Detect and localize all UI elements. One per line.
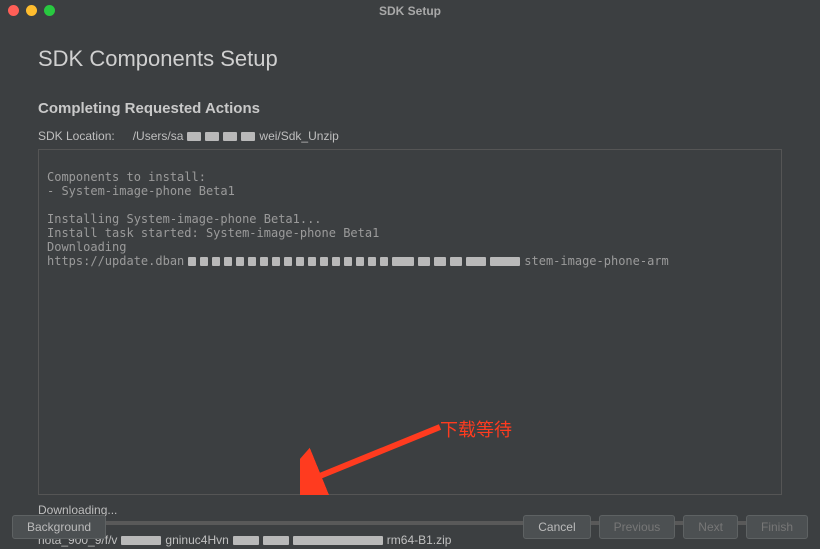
redaction bbox=[434, 257, 446, 266]
page-subtitle: Completing Requested Actions bbox=[38, 100, 782, 117]
download-url-line: https://update.dban stem-image-phone-arm bbox=[47, 254, 773, 268]
redaction bbox=[224, 257, 232, 266]
redaction bbox=[450, 257, 462, 266]
install-log-console: Components to install: - System-image-ph… bbox=[38, 149, 782, 495]
redaction bbox=[272, 257, 280, 266]
redaction bbox=[356, 257, 364, 266]
background-button[interactable]: Background bbox=[12, 515, 106, 539]
cancel-button[interactable]: Cancel bbox=[523, 515, 590, 539]
dialog-footer: Background Cancel Previous Next Finish bbox=[0, 515, 820, 539]
redaction bbox=[344, 257, 352, 266]
page-title: SDK Components Setup bbox=[38, 46, 782, 72]
window-title: SDK Setup bbox=[0, 4, 820, 18]
redaction bbox=[418, 257, 430, 266]
redaction bbox=[187, 132, 201, 141]
sdk-location-label: SDK Location: bbox=[38, 129, 115, 143]
redaction bbox=[200, 257, 208, 266]
redaction bbox=[236, 257, 244, 266]
redaction bbox=[332, 257, 340, 266]
window-titlebar: SDK Setup bbox=[0, 0, 820, 22]
minimize-icon[interactable] bbox=[26, 5, 37, 16]
sdk-location-row: SDK Location: /Users/sa wei/Sdk_Unzip bbox=[38, 129, 782, 143]
redaction bbox=[368, 257, 376, 266]
annotation-text: 下载等待 bbox=[440, 416, 512, 442]
redaction bbox=[212, 257, 220, 266]
redaction bbox=[490, 257, 520, 266]
redaction bbox=[466, 257, 486, 266]
redaction bbox=[248, 257, 256, 266]
redaction bbox=[392, 257, 414, 266]
finish-button: Finish bbox=[746, 515, 808, 539]
redaction bbox=[205, 132, 219, 141]
redaction bbox=[284, 257, 292, 266]
traffic-lights bbox=[8, 5, 55, 16]
redaction bbox=[260, 257, 268, 266]
previous-button: Previous bbox=[599, 515, 676, 539]
redaction bbox=[380, 257, 388, 266]
redaction bbox=[188, 257, 196, 266]
maximize-icon[interactable] bbox=[44, 5, 55, 16]
redaction bbox=[296, 257, 304, 266]
redaction bbox=[241, 132, 255, 141]
redaction bbox=[320, 257, 328, 266]
next-button: Next bbox=[683, 515, 738, 539]
sdk-location-value: /Users/sa wei/Sdk_Unzip bbox=[133, 129, 339, 143]
redaction bbox=[308, 257, 316, 266]
close-icon[interactable] bbox=[8, 5, 19, 16]
redaction bbox=[223, 132, 237, 141]
